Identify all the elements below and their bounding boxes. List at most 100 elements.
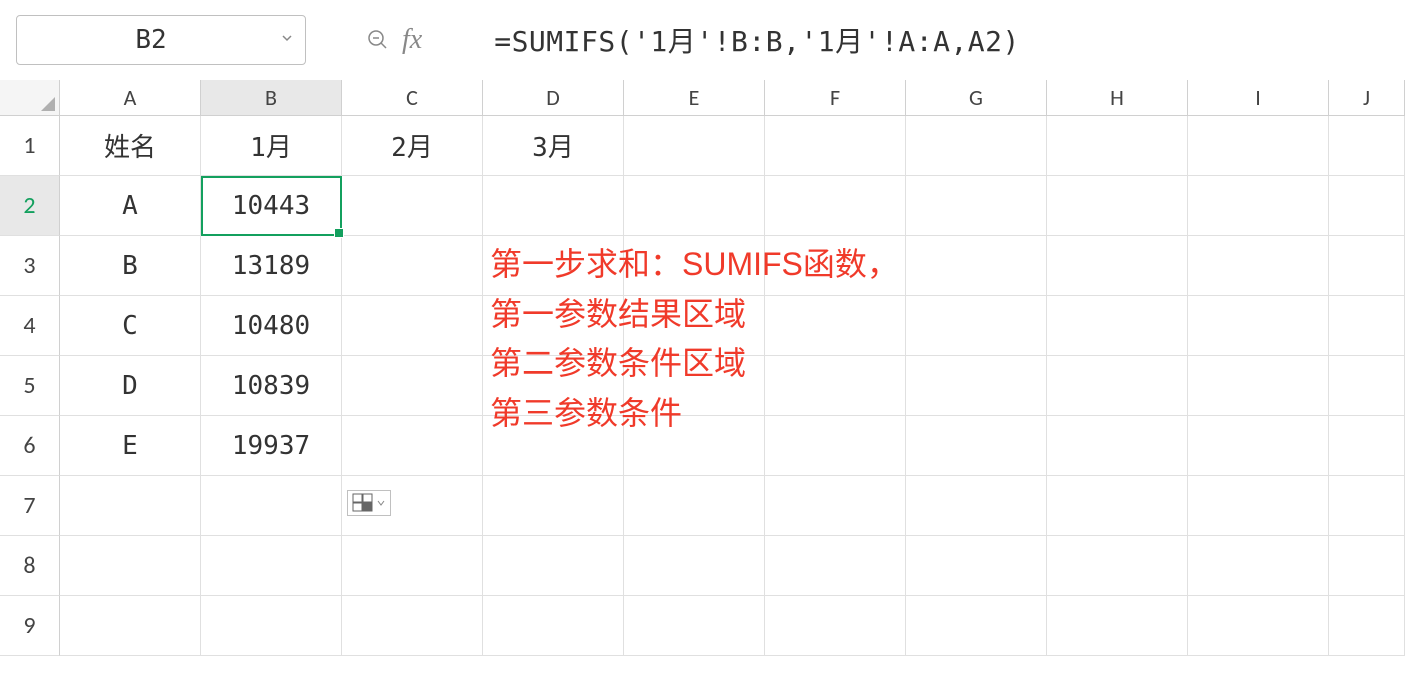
- cell-I7[interactable]: [1188, 476, 1329, 536]
- cell-F1[interactable]: [765, 116, 906, 176]
- cell-H8[interactable]: [1047, 536, 1188, 596]
- cell-A2[interactable]: A: [60, 176, 201, 236]
- cell-B6[interactable]: 19937: [201, 416, 342, 476]
- cell-G1[interactable]: [906, 116, 1047, 176]
- cell-A9[interactable]: [60, 596, 201, 656]
- cell-J8[interactable]: [1329, 536, 1405, 596]
- cell-E2[interactable]: [624, 176, 765, 236]
- row-header-4[interactable]: 4: [0, 296, 60, 356]
- cell-I9[interactable]: [1188, 596, 1329, 656]
- column-header-E[interactable]: E: [624, 80, 765, 116]
- cell-I3[interactable]: [1188, 236, 1329, 296]
- cell-D3[interactable]: [483, 236, 624, 296]
- cell-D7[interactable]: [483, 476, 624, 536]
- cell-F7[interactable]: [765, 476, 906, 536]
- cell-F3[interactable]: [765, 236, 906, 296]
- cell-I1[interactable]: [1188, 116, 1329, 176]
- column-header-A[interactable]: A: [60, 80, 201, 116]
- cell-D2[interactable]: [483, 176, 624, 236]
- cell-E9[interactable]: [624, 596, 765, 656]
- cell-J2[interactable]: [1329, 176, 1405, 236]
- cell-H6[interactable]: [1047, 416, 1188, 476]
- row-header-5[interactable]: 5: [0, 356, 60, 416]
- cell-F9[interactable]: [765, 596, 906, 656]
- cell-A6[interactable]: E: [60, 416, 201, 476]
- cell-E4[interactable]: [624, 296, 765, 356]
- cell-D1[interactable]: 3月: [483, 116, 624, 176]
- cell-B3[interactable]: 13189: [201, 236, 342, 296]
- cell-A5[interactable]: D: [60, 356, 201, 416]
- formula-input[interactable]: [482, 16, 1389, 65]
- cell-C6[interactable]: [342, 416, 483, 476]
- cell-A3[interactable]: B: [60, 236, 201, 296]
- cell-I4[interactable]: [1188, 296, 1329, 356]
- cell-I6[interactable]: [1188, 416, 1329, 476]
- cell-B1[interactable]: 1月: [201, 116, 342, 176]
- row-header-2[interactable]: 2: [0, 176, 60, 236]
- cell-E3[interactable]: [624, 236, 765, 296]
- cell-F6[interactable]: [765, 416, 906, 476]
- column-header-I[interactable]: I: [1188, 80, 1329, 116]
- cell-E8[interactable]: [624, 536, 765, 596]
- cell-E1[interactable]: [624, 116, 765, 176]
- cell-G7[interactable]: [906, 476, 1047, 536]
- cell-F2[interactable]: [765, 176, 906, 236]
- cell-H7[interactable]: [1047, 476, 1188, 536]
- cell-J3[interactable]: [1329, 236, 1405, 296]
- cell-B8[interactable]: [201, 536, 342, 596]
- name-box[interactable]: B2: [16, 15, 306, 65]
- column-header-G[interactable]: G: [906, 80, 1047, 116]
- cell-B7[interactable]: [201, 476, 342, 536]
- autofill-options-button[interactable]: [347, 490, 391, 516]
- row-header-1[interactable]: 1: [0, 116, 60, 176]
- cell-C4[interactable]: [342, 296, 483, 356]
- cell-D6[interactable]: [483, 416, 624, 476]
- column-header-F[interactable]: F: [765, 80, 906, 116]
- column-header-H[interactable]: H: [1047, 80, 1188, 116]
- cell-D5[interactable]: [483, 356, 624, 416]
- cell-I5[interactable]: [1188, 356, 1329, 416]
- column-header-B[interactable]: B: [201, 80, 342, 116]
- cell-E5[interactable]: [624, 356, 765, 416]
- column-header-D[interactable]: D: [483, 80, 624, 116]
- cell-C5[interactable]: [342, 356, 483, 416]
- cell-I8[interactable]: [1188, 536, 1329, 596]
- cell-J4[interactable]: [1329, 296, 1405, 356]
- cell-B2[interactable]: 10443: [201, 176, 342, 236]
- zoom-icon[interactable]: [366, 28, 390, 52]
- cell-B5[interactable]: 10839: [201, 356, 342, 416]
- cell-G6[interactable]: [906, 416, 1047, 476]
- cell-G9[interactable]: [906, 596, 1047, 656]
- row-header-6[interactable]: 6: [0, 416, 60, 476]
- cell-I2[interactable]: [1188, 176, 1329, 236]
- cell-F5[interactable]: [765, 356, 906, 416]
- cell-H9[interactable]: [1047, 596, 1188, 656]
- cell-J9[interactable]: [1329, 596, 1405, 656]
- cell-G8[interactable]: [906, 536, 1047, 596]
- column-header-C[interactable]: C: [342, 80, 483, 116]
- cell-J1[interactable]: [1329, 116, 1405, 176]
- cell-G3[interactable]: [906, 236, 1047, 296]
- select-all-corner[interactable]: [0, 80, 60, 116]
- column-header-J[interactable]: J: [1329, 80, 1405, 116]
- cell-C3[interactable]: [342, 236, 483, 296]
- cell-H5[interactable]: [1047, 356, 1188, 416]
- spreadsheet-grid[interactable]: ABCDEFGHIJ1姓名1月2月3月2A104433B131894C10480…: [0, 80, 1405, 656]
- cell-H2[interactable]: [1047, 176, 1188, 236]
- cell-A7[interactable]: [60, 476, 201, 536]
- cell-H3[interactable]: [1047, 236, 1188, 296]
- cell-D9[interactable]: [483, 596, 624, 656]
- cell-G2[interactable]: [906, 176, 1047, 236]
- fx-button[interactable]: fx: [402, 24, 422, 56]
- cell-F4[interactable]: [765, 296, 906, 356]
- cell-J7[interactable]: [1329, 476, 1405, 536]
- cell-H4[interactable]: [1047, 296, 1188, 356]
- cell-E7[interactable]: [624, 476, 765, 536]
- cell-C2[interactable]: [342, 176, 483, 236]
- row-header-8[interactable]: 8: [0, 536, 60, 596]
- cell-D4[interactable]: [483, 296, 624, 356]
- cell-A8[interactable]: [60, 536, 201, 596]
- cell-A1[interactable]: 姓名: [60, 116, 201, 176]
- cell-J6[interactable]: [1329, 416, 1405, 476]
- name-box-dropdown-icon[interactable]: [277, 31, 297, 49]
